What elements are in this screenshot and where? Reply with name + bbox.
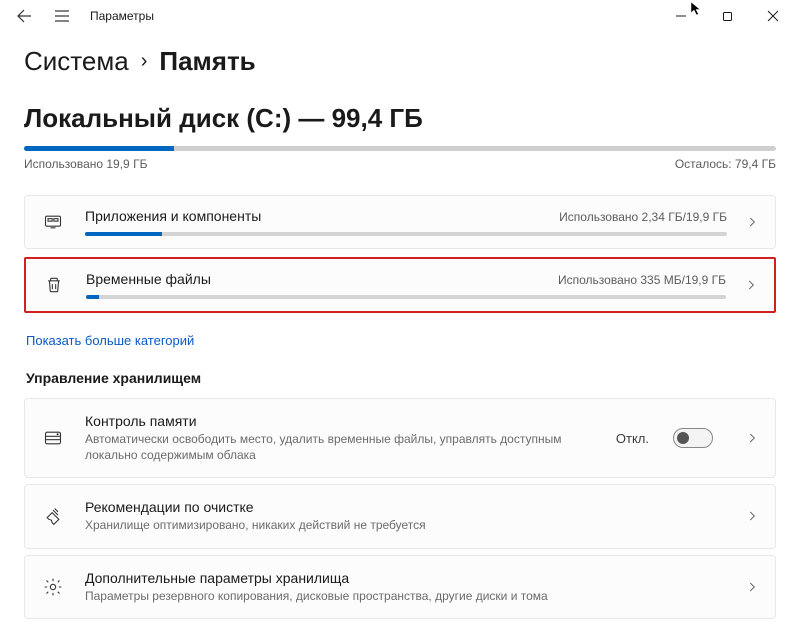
mgmt-title: Дополнительные параметры хранилища (85, 570, 727, 586)
titlebar: Параметры (0, 0, 800, 32)
category-usage: Использовано 335 МБ/19,9 ГБ (558, 273, 726, 287)
category-title: Приложения и компоненты (85, 208, 261, 224)
disk-title: Локальный диск (C:) — 99,4 ГБ (24, 103, 776, 134)
toggle-switch[interactable] (673, 428, 713, 448)
chevron-right-icon (741, 580, 763, 594)
trash-icon (36, 275, 72, 295)
minimize-button[interactable] (658, 0, 704, 32)
breadcrumb-system[interactable]: Система (24, 46, 129, 77)
category-usage: Использовано 2,34 ГБ/19,9 ГБ (559, 210, 727, 224)
chevron-right-icon (741, 215, 763, 229)
content: Система › Память Локальный диск (C:) — 9… (0, 32, 800, 619)
breadcrumb-current: Память (159, 46, 255, 77)
category-bar (86, 295, 726, 299)
nav-menu-button[interactable] (52, 6, 72, 26)
storage-category-apps[interactable]: Приложения и компоненты Использовано 2,3… (24, 195, 776, 249)
chevron-right-icon (741, 431, 763, 445)
mgmt-title: Контроль памяти (85, 413, 602, 429)
disk-free-label: Осталось: 79,4 ГБ (675, 157, 776, 171)
chevron-right-icon: › (141, 50, 148, 73)
category-title: Временные файлы (86, 271, 211, 287)
close-button[interactable] (750, 0, 796, 32)
back-button[interactable] (14, 6, 34, 26)
broom-icon (35, 506, 71, 526)
storage-category-trash[interactable]: Временные файлы Использовано 335 МБ/19,9… (24, 257, 776, 313)
mgmt-item-disk[interactable]: Контроль памяти Автоматически освободить… (24, 398, 776, 478)
apps-icon (35, 212, 71, 232)
maximize-button[interactable] (704, 0, 750, 32)
toggle-label: Откл. (616, 431, 649, 446)
disk-usage-bar (24, 146, 776, 151)
mgmt-subtitle: Автоматически освободить место, удалить … (85, 431, 602, 463)
disk-used-label: Использовано 19,9 ГБ (24, 157, 147, 171)
app-title: Параметры (90, 9, 154, 23)
category-bar-fill (85, 232, 162, 236)
chevron-right-icon (740, 278, 762, 292)
disk-icon (35, 428, 71, 448)
mgmt-subtitle: Параметры резервного копирования, дисков… (85, 588, 727, 604)
mgmt-subtitle: Хранилище оптимизировано, никаких действ… (85, 517, 727, 533)
disk-usage-fill (24, 146, 174, 151)
chevron-right-icon (741, 509, 763, 523)
category-bar-fill (86, 295, 99, 299)
mgmt-title: Рекомендации по очистке (85, 499, 727, 515)
mgmt-item-broom[interactable]: Рекомендации по очистке Хранилище оптими… (24, 484, 776, 548)
gear-icon (35, 577, 71, 597)
category-bar (85, 232, 727, 236)
section-header: Управление хранилищем (26, 370, 776, 386)
show-more-link[interactable]: Показать больше категорий (26, 333, 194, 348)
mgmt-item-gear[interactable]: Дополнительные параметры хранилища Парам… (24, 555, 776, 619)
breadcrumb: Система › Память (24, 46, 776, 77)
